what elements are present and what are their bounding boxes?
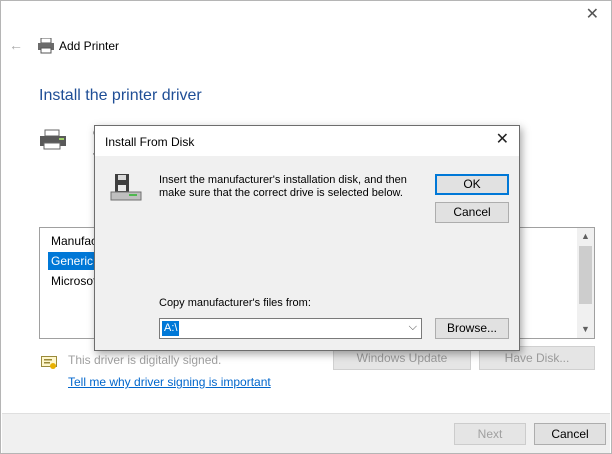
dialog-cancel-button[interactable]: Cancel [435, 202, 509, 223]
browse-button[interactable]: Browse... [435, 318, 509, 339]
copy-files-path[interactable]: A:\ [162, 321, 180, 336]
copy-files-label: Copy manufacturer's files from: [159, 297, 311, 309]
dialog-title: Install From Disk [105, 135, 195, 149]
chevron-down-icon[interactable]: ⌵ [409, 321, 417, 334]
printer-title-icon [38, 38, 54, 54]
ok-button[interactable]: OK [435, 174, 509, 195]
back-arrow-icon[interactable]: ← [9, 37, 23, 53]
scroll-up-icon[interactable]: ▲ [577, 228, 594, 245]
dialog-titlebar: Install From Disk ✕ [95, 126, 519, 156]
window-close-icon[interactable]: ✕ [586, 7, 599, 23]
signed-status-text: This driver is digitally signed. [68, 353, 222, 367]
install-from-disk-dialog: Install From Disk ✕ Insert the manufactu… [94, 125, 520, 351]
driver-signing-link[interactable]: Tell me why driver signing is important [68, 375, 271, 389]
dialog-close-icon[interactable]: ✕ [496, 132, 509, 148]
scroll-thumb[interactable] [579, 246, 592, 304]
dialog-message: Insert the manufacturer's installation d… [159, 174, 407, 199]
page-heading: Install the printer driver [39, 87, 202, 104]
install-disk-icon [110, 174, 142, 201]
scroll-down-icon[interactable]: ▼ [577, 321, 594, 338]
copy-files-combobox[interactable]: A:\ ⌵ [159, 318, 422, 339]
window-title: Add Printer [59, 39, 120, 53]
list-scrollbar[interactable]: ▲ ▼ [577, 228, 594, 338]
next-button[interactable]: Next [454, 423, 526, 445]
cancel-button[interactable]: Cancel [534, 423, 606, 445]
list-item-generic[interactable]: Generic [48, 252, 97, 270]
signed-driver-icon [41, 356, 57, 369]
wizard-footer: Next Cancel [2, 413, 610, 453]
printer-icon [40, 129, 66, 150]
